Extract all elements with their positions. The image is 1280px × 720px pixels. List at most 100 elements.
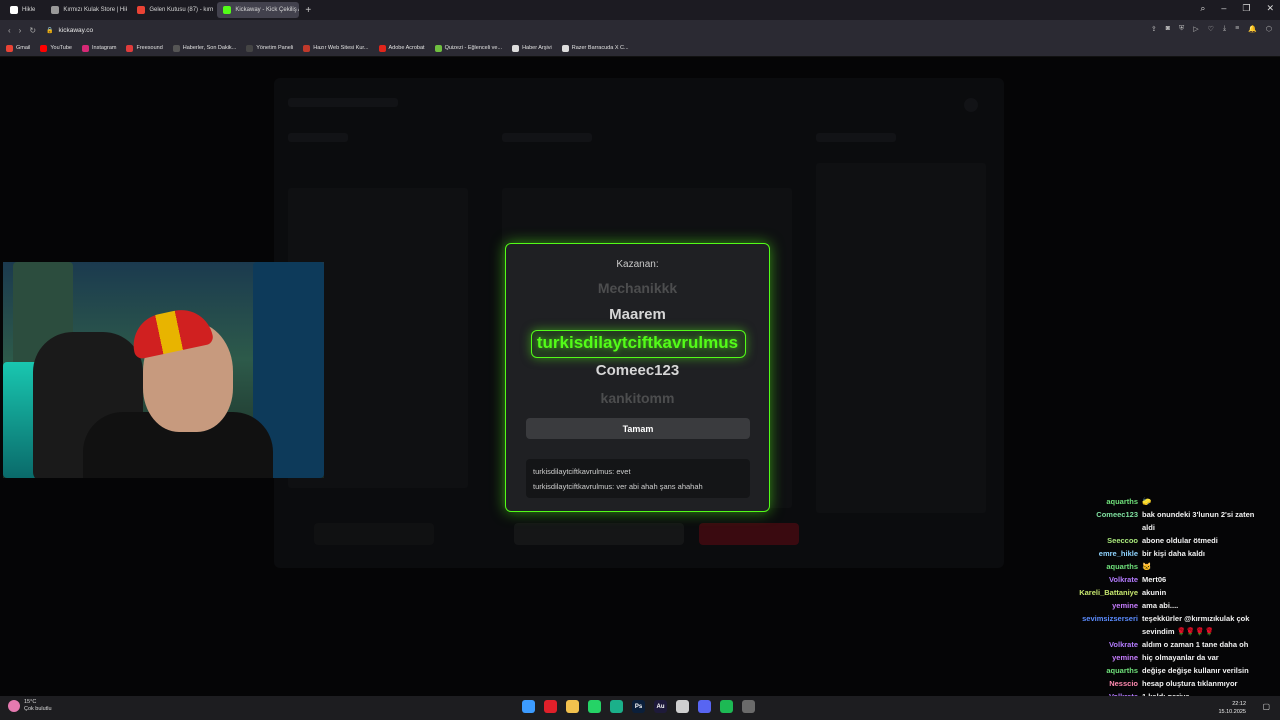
maximize-icon[interactable]: ❐ xyxy=(1242,3,1250,14)
address-bar[interactable]: 🔒 kickaway.co xyxy=(46,27,93,34)
bookmark-item[interactable]: Quizezi - Eğlenceli ve... xyxy=(434,44,503,52)
bookmark-item[interactable]: YouTube xyxy=(40,44,72,52)
chat-username: sevimsizserseri xyxy=(1082,614,1138,623)
chat-username: Volkrate xyxy=(1108,575,1138,584)
chat-username: aquarths xyxy=(1106,497,1138,506)
bookmark-icon xyxy=(246,44,254,52)
windows-start-icon[interactable] xyxy=(522,700,535,713)
bookmark-item[interactable]: Hazır Web Sitesi Kur... xyxy=(303,44,369,52)
chat-message: Seeccoo abone oldular ötmedi xyxy=(1030,534,1280,547)
bookmark-item[interactable]: Yönetim Paneli xyxy=(246,44,294,52)
settings-icon[interactable] xyxy=(742,700,755,713)
bookmark-label: Haberler, Son Dakik... xyxy=(182,45,237,51)
minimize-icon[interactable]: – xyxy=(1221,3,1226,14)
browser-tab[interactable]: Kickaway - Kick Çekiliş Ar xyxy=(217,2,300,18)
chat-username: yemine xyxy=(1112,601,1138,610)
close-icon[interactable]: ✕ xyxy=(1266,3,1274,14)
bookmark-item[interactable]: Instagram xyxy=(82,44,116,52)
bookmark-item[interactable]: Razer Barracuda X C... xyxy=(561,44,629,52)
ok-button[interactable]: Tamam xyxy=(526,418,750,439)
dimmed-button xyxy=(514,523,684,545)
chat-message: aquarths 🧽 xyxy=(1030,495,1280,508)
tab-label: Hikle xyxy=(22,7,36,13)
forward-icon[interactable]: › xyxy=(19,26,22,35)
modal-title: Kazanan: xyxy=(616,259,659,270)
bookmark-item[interactable]: Freesound xyxy=(126,44,163,52)
chat-message: Comeec123 bak onundeki 3'lunun 2'si zaten… xyxy=(1030,508,1280,534)
share-icon[interactable]: ⇪ xyxy=(1151,25,1157,33)
chat-message: aquarths değişe değişe kullanır verilsin xyxy=(1030,664,1280,677)
webcam-overlay xyxy=(3,262,324,478)
system-clock[interactable]: 22:12 15.10.2025 xyxy=(1218,700,1246,716)
chat-text: aldım o zaman 1 tane daha oh xyxy=(1142,640,1249,649)
bookmark-label: Yönetim Paneli xyxy=(256,45,294,51)
reel-name-below-near: Comeec123 xyxy=(595,362,680,379)
bookmark-icon xyxy=(561,44,569,52)
bookmark-label: Adobe Acrobat xyxy=(388,45,425,51)
browser-tab[interactable]: Kırmızı Kulak Store | Hikle xyxy=(45,2,127,18)
app-white-icon[interactable] xyxy=(676,700,689,713)
bookmark-item[interactable]: Haber Arşivi xyxy=(512,44,552,52)
discord-icon[interactable] xyxy=(698,700,711,713)
shield-icon[interactable]: ⛨ xyxy=(1179,25,1184,33)
chat-message: Nesscio hesap oluştura tıklanmıyor xyxy=(1030,677,1280,690)
chat-message: sevimsizserseri teşekkürler @kırmızıkulak… xyxy=(1030,612,1280,638)
weather-widget[interactable]: 15°C Çok bulutlu xyxy=(8,699,52,713)
download-icon[interactable]: ⤓ xyxy=(1223,25,1226,33)
search-icon[interactable]: ⌕ xyxy=(1200,3,1205,14)
bookmark-label: Quizezi - Eğlenceli ve... xyxy=(444,45,503,51)
chat-text: ama abi.... xyxy=(1142,601,1179,610)
chat-message: yemine hiç olmayanlar da var xyxy=(1030,651,1280,664)
chat-message: aquarths 🐱 xyxy=(1030,560,1280,573)
chat-username: emre_hikle xyxy=(1098,549,1138,558)
chat-username: aquarths xyxy=(1106,562,1138,571)
dimmed-red-button xyxy=(699,523,799,545)
audition-icon[interactable]: Au xyxy=(654,700,667,713)
tab-favicon-icon xyxy=(51,6,60,14)
winner-message: turkisdilaytciftkavrulmus: ver abi ahah … xyxy=(533,482,703,491)
file-explorer-icon[interactable] xyxy=(566,700,579,713)
reload-icon[interactable]: ↻ xyxy=(29,26,36,35)
dimmed-column-title xyxy=(816,133,896,142)
bookmark-icon xyxy=(6,44,13,52)
chat-text: bak onundeki 3'lunun 2'si zaten aldi xyxy=(1142,510,1255,532)
bookmark-item[interactable]: Gmail xyxy=(6,44,30,52)
bookmark-item[interactable]: Adobe Acrobat xyxy=(378,44,425,52)
camera-icon[interactable]: ◙ xyxy=(1166,25,1170,33)
bookmark-label: Razer Barracuda X C... xyxy=(571,45,629,51)
app-green-icon[interactable] xyxy=(610,700,623,713)
windows-taskbar: 15°C Çok bulutlu Ps Au 22:12 15.10.2025 ▢ xyxy=(0,696,1280,720)
tab-label: Kırmızı Kulak Store | Hikle xyxy=(63,7,128,13)
browser-tab[interactable]: Gelen Kutusu (87) - kırmız xyxy=(131,2,213,18)
taskbar-apps: Ps Au xyxy=(522,700,755,713)
bookmark-item[interactable]: Haberler, Son Dakik... xyxy=(172,44,237,52)
cube-icon[interactable]: ⬡ xyxy=(1266,25,1272,33)
heart-icon[interactable]: ♡ xyxy=(1208,25,1214,33)
bookmark-icon xyxy=(512,44,520,52)
photoshop-icon[interactable]: Ps xyxy=(632,700,645,713)
browser-tab[interactable]: Hikle xyxy=(4,2,41,18)
clock-time: 22:12 xyxy=(1232,701,1246,707)
dimmed-button xyxy=(314,523,434,545)
notification-icon[interactable]: ▢ xyxy=(1262,702,1270,711)
bookmark-icon xyxy=(378,44,386,52)
weather-description: Çok bulutlu xyxy=(24,706,52,712)
spotify-icon[interactable] xyxy=(720,700,733,713)
bookmark-icon xyxy=(303,44,311,52)
whatsapp-icon[interactable] xyxy=(588,700,601,713)
chat-text: hiç olmayanlar da var xyxy=(1142,653,1219,662)
clock-date: 15.10.2025 xyxy=(1218,709,1246,715)
menu-icon[interactable]: ≡ xyxy=(1235,25,1239,33)
bell-icon[interactable]: 🔔 xyxy=(1248,25,1257,33)
opera-gx-icon[interactable] xyxy=(544,700,557,713)
play-icon[interactable]: ▷ xyxy=(1193,25,1198,33)
new-tab-button[interactable]: + xyxy=(305,5,311,16)
stream-chat-overlay: aquarths 🧽 Comeec123 bak onundeki 3'lunun 2… xyxy=(1030,495,1280,716)
tab-label: Gelen Kutusu (87) - kırmız xyxy=(149,7,214,13)
bookmark-label: Haber Arşivi xyxy=(522,45,552,51)
weather-temperature: 15°C xyxy=(24,699,37,705)
chat-username: Seeccoo xyxy=(1107,536,1138,545)
back-icon[interactable]: ‹ xyxy=(8,26,11,35)
reel-name-below-far: kankitomm xyxy=(600,390,675,406)
chat-username: Comeec123 xyxy=(1096,510,1138,519)
